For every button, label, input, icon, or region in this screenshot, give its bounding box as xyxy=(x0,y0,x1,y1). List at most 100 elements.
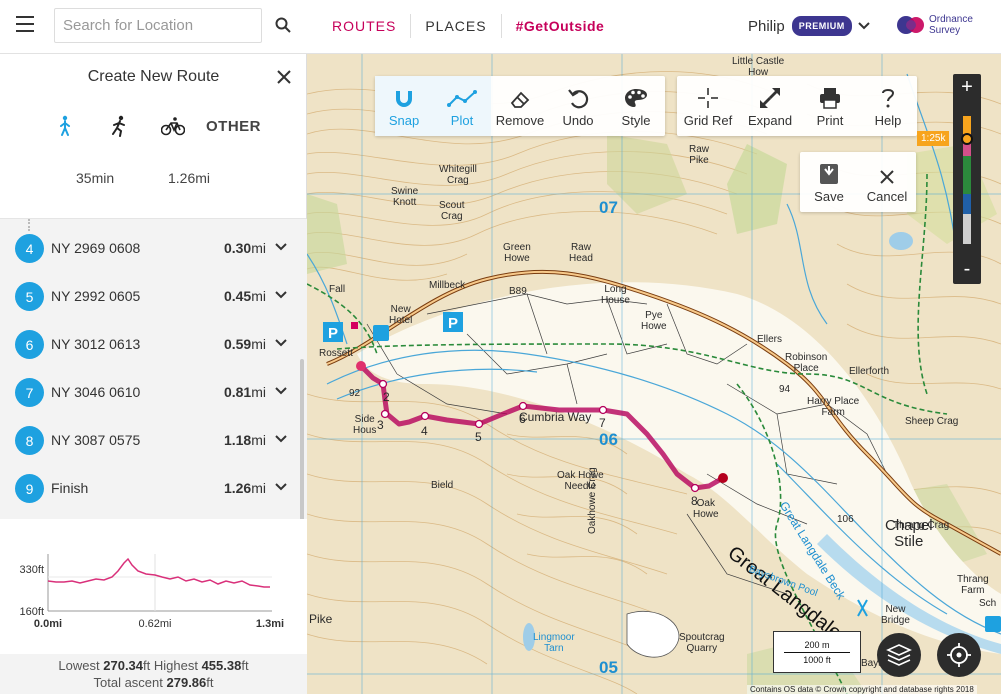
chevron-down-icon[interactable] xyxy=(275,291,287,299)
place-label: Ellers xyxy=(757,334,783,345)
chevron-down-icon[interactable] xyxy=(275,435,287,443)
main-nav: ROUTES PLACES #GetOutside xyxy=(318,14,618,38)
place-label: Side Hous xyxy=(353,414,377,436)
route-mark: 5 xyxy=(475,430,482,444)
chevron-down-icon[interactable] xyxy=(275,339,287,347)
waypoint-distance: 0.81mi xyxy=(223,384,266,400)
chevron-down-icon[interactable] xyxy=(275,243,287,251)
route-mark: 2 xyxy=(383,390,390,404)
waypoint-row[interactable]: 6 NY 3012 0613 0.59mi xyxy=(0,318,300,366)
waypoint-grid-ref: Finish xyxy=(51,480,89,496)
place-label: Fall xyxy=(329,284,346,295)
route-mark: 6 xyxy=(519,412,526,426)
waypoint-distance: 0.59mi xyxy=(223,336,266,352)
style-button[interactable]: Style xyxy=(607,76,665,136)
printer-icon xyxy=(820,88,840,109)
waypoint-grid-ref: NY 2969 0608 xyxy=(51,240,141,256)
print-button[interactable]: Print xyxy=(801,76,859,136)
grid-label: 05 xyxy=(599,658,618,677)
mode-run[interactable] xyxy=(92,114,146,138)
run-icon xyxy=(112,115,125,137)
cancel-button[interactable]: Cancel xyxy=(858,152,916,212)
waypoint-number: 8 xyxy=(15,426,44,455)
bike-icon xyxy=(161,117,185,136)
scale-metres: 200 m xyxy=(784,640,850,653)
place-label: B89 xyxy=(509,286,527,297)
place-label: 92 xyxy=(349,388,361,399)
map-view[interactable]: P P 07 06 05 Little Castle How Raw Pike Wh… xyxy=(307,54,1001,694)
locate-button[interactable] xyxy=(937,633,981,677)
route-mark: 3 xyxy=(377,418,384,432)
zoom-knob[interactable] xyxy=(961,133,973,145)
place-label: Sch xyxy=(979,598,997,609)
route-header: Create New Route OTHER 35min 1.26mi xyxy=(0,54,306,219)
waypoint-number: 7 xyxy=(15,378,44,407)
waypoint-row[interactable]: 8 NY 3087 0575 1.18mi xyxy=(0,414,300,462)
route-distance: 1.26mi xyxy=(168,170,211,186)
locate-icon xyxy=(947,643,971,667)
place-label: Scout Crag xyxy=(439,200,465,222)
waypoint-number: 4 xyxy=(15,234,44,263)
scrollbar[interactable] xyxy=(300,359,304,529)
save-icon xyxy=(820,164,838,184)
save-button[interactable]: Save xyxy=(800,152,858,212)
user-name: Philip xyxy=(748,17,785,35)
search-icon[interactable] xyxy=(275,17,291,33)
mode-cycle[interactable] xyxy=(146,114,200,138)
zoom-in-button[interactable]: + xyxy=(953,74,981,100)
place-label: Whitegill Crag xyxy=(439,164,477,186)
svg-text:P: P xyxy=(328,325,338,342)
magnet-icon xyxy=(396,91,412,107)
menu-icon[interactable] xyxy=(16,16,34,32)
expand-icon xyxy=(760,88,780,108)
nav-routes[interactable]: ROUTES xyxy=(318,14,412,38)
chevron-down-icon[interactable] xyxy=(857,22,870,30)
ascent-value: 279.86 xyxy=(166,675,207,690)
place-label: Thrang Farm xyxy=(957,574,989,596)
help-button[interactable]: Help xyxy=(859,76,917,136)
lowest-value: 270.34 xyxy=(103,658,144,673)
mode-walk[interactable] xyxy=(38,114,92,138)
grid-ref-button[interactable]: Grid Ref xyxy=(677,76,739,136)
waypoint-list: 4 NY 2969 0608 0.30mi 5 NY 2992 0605 0.4… xyxy=(0,219,307,519)
mode-other[interactable]: OTHER xyxy=(206,118,261,135)
map-copyright: Contains OS data © Crown copyright and d… xyxy=(747,685,977,694)
place-label-chapel-stile: Chapel Stile xyxy=(885,517,933,550)
x-axis-mid-label: 0.62mi xyxy=(138,618,171,630)
highest-value: 455.38 xyxy=(201,658,242,673)
chevron-down-icon[interactable] xyxy=(275,387,287,395)
os-logo[interactable]: Ordnance Survey xyxy=(896,12,973,38)
place-label: Robinson Place xyxy=(785,352,828,374)
plot-button[interactable]: Plot xyxy=(433,76,491,136)
remove-button[interactable]: Remove xyxy=(491,76,549,136)
undo-button[interactable]: Undo xyxy=(549,76,607,136)
zoom-out-button[interactable]: - xyxy=(953,256,981,282)
scale-feet: 1000 ft xyxy=(803,655,831,665)
y-axis-top-label: 330ft xyxy=(20,564,44,576)
chevron-down-icon[interactable] xyxy=(275,483,287,491)
elevation-chart: 330ft 160ft 0.0mi 0.62mi 1.3mi xyxy=(20,554,284,630)
waypoint-distance: 1.18mi xyxy=(223,432,266,448)
waypoint-distance: 0.30mi xyxy=(223,240,266,256)
logo-text-2: Survey xyxy=(929,25,961,36)
expand-button[interactable]: Expand xyxy=(739,76,801,136)
elevation-line xyxy=(47,557,270,588)
waypoint-row[interactable]: 5 NY 2992 0605 0.45mi xyxy=(0,270,300,318)
search-input[interactable] xyxy=(55,9,261,42)
activity-modes: OTHER xyxy=(38,114,261,138)
waypoint-row[interactable]: 4 NY 2969 0608 0.30mi xyxy=(0,222,300,270)
waypoint-row[interactable]: 7 NY 3046 0610 0.81mi xyxy=(0,366,300,414)
snap-button[interactable]: Snap xyxy=(375,76,433,136)
route-sidebar: Create New Route OTHER 35min 1.26mi 4 NY… xyxy=(0,54,307,694)
scale-bar: 200 m 1000 ft xyxy=(773,631,861,673)
nav-getoutside[interactable]: #GetOutside xyxy=(502,14,619,38)
layers-button[interactable] xyxy=(877,633,921,677)
waypoint-row[interactable]: 9 Finish 1.26mi xyxy=(0,462,300,510)
map-canvas: P P xyxy=(307,54,1001,694)
user-menu[interactable]: Philip PREMIUM xyxy=(748,16,870,36)
x-axis-end-label: 1.3mi xyxy=(256,618,284,630)
save-cancel-tools: Save Cancel xyxy=(800,152,916,212)
close-icon[interactable] xyxy=(277,70,291,84)
nav-places[interactable]: PLACES xyxy=(411,14,502,38)
waypoint-grid-ref: NY 3046 0610 xyxy=(51,384,141,400)
